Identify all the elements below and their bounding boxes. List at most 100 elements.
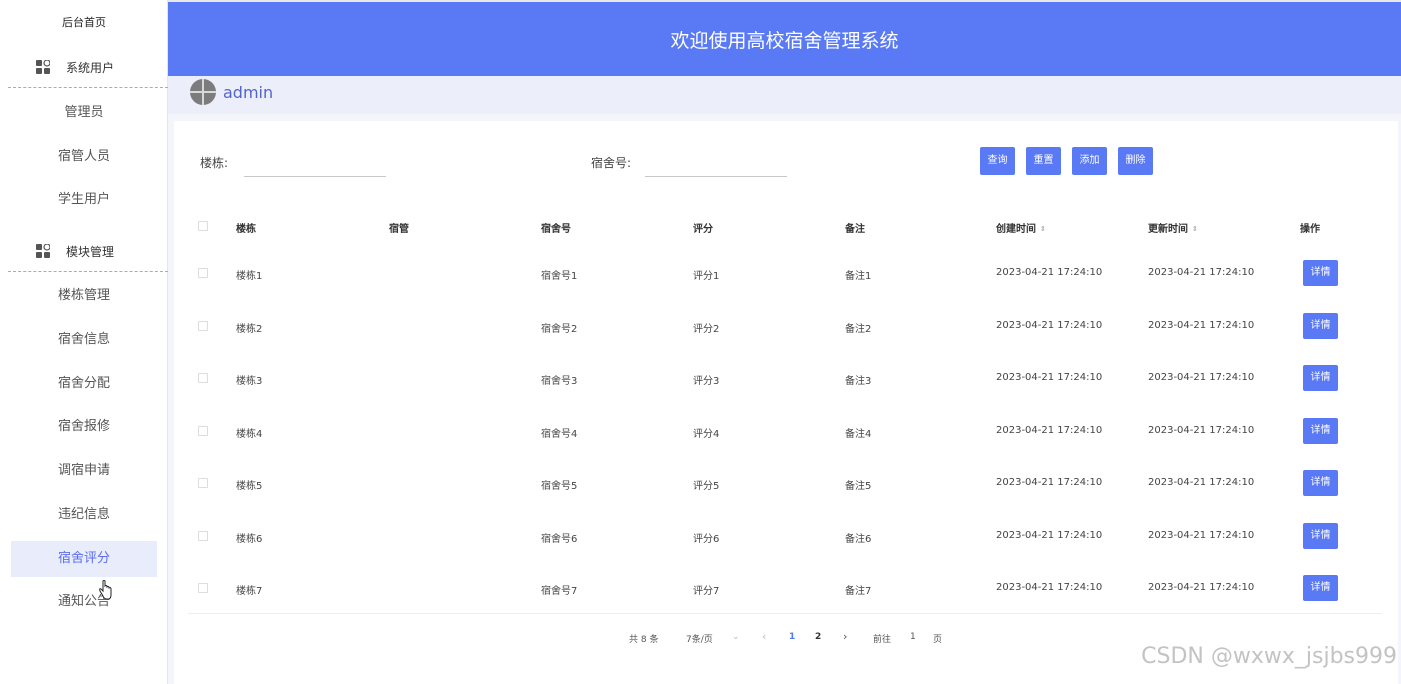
sidebar-item-dorm-assign[interactable]: 宿舍分配 [11,366,157,402]
table-cell: 评分7 [693,586,720,597]
sidebar-group-label: 系统用户 [66,61,115,75]
table-cell: 2023-04-21 17:24:10 [996,267,1103,278]
detail-button[interactable]: 详情 [1303,365,1338,391]
sidebar-group-label: 模块管理 [66,245,115,259]
sidebar-item-violations[interactable]: 违纪信息 [11,497,157,533]
table-cell: 2023-04-21 17:24:10 [996,582,1103,593]
page-size-select[interactable]: 7条/页 [686,632,713,645]
sidebar-item-admin[interactable]: 管理员 [11,95,157,131]
table-cell: 2023-04-21 17:24:10 [996,319,1103,331]
table-cell: 楼栋2 [236,323,263,335]
table-cell: 评分5 [693,481,720,492]
sidebar-item-transfer[interactable]: 调宿申请 [11,453,157,489]
detail-button[interactable]: 详情 [1303,312,1338,339]
goto-page-input[interactable]: 1 [910,632,916,642]
hand-pointer-icon [99,580,112,600]
column-header: 宿舍号 [541,224,571,235]
building-input[interactable] [244,150,386,177]
sidebar-item-buildings[interactable]: 楼栋管理 [11,278,157,314]
sidebar-home[interactable]: 后台首页 [0,0,168,46]
column-header: 评分 [693,224,713,235]
column-header-updated[interactable]: 更新时间 ⇕ [1148,220,1198,235]
table-cell: 2023-04-21 17:24:10 [1148,372,1255,383]
sidebar: 后台首页 系统用户 管理员 宿管人员 学生用户 模块管理 楼栋管理 宿舍信息 宿… [0,0,168,684]
table-cell: 2023-04-21 17:24:10 [1148,582,1255,593]
detail-button[interactable]: 详情 [1303,575,1338,601]
prev-page-button[interactable]: ‹ [762,630,766,643]
table-cell: 2023-04-21 17:24:10 [1148,477,1255,488]
table-cell: 楼栋4 [236,428,263,440]
next-page-button[interactable]: › [843,630,847,643]
table-cell: 楼栋5 [236,481,263,492]
page-number[interactable]: 2 [815,632,821,642]
table-cell: 评分3 [693,376,720,387]
table-cell: 宿舍号3 [541,376,578,387]
table-cell: 备注6 [845,533,872,545]
table-cell: 2023-04-21 17:24:10 [1148,424,1255,436]
row-checkbox[interactable] [198,478,208,488]
pagination-total: 共 8 条 [629,635,659,645]
detail-button[interactable]: 详情 [1303,417,1338,444]
search-button[interactable]: 查询 [980,147,1015,175]
table-cell: 楼栋7 [236,586,263,597]
row-checkbox[interactable] [198,268,208,278]
avatar[interactable] [190,79,216,105]
sidebar-group-system-users[interactable]: 系统用户 [8,46,168,88]
table-cell: 2023-04-21 17:24:10 [1148,267,1255,278]
table-cell: 2023-04-21 17:24:10 [996,372,1103,383]
room-label: 宿舍号: [591,156,632,170]
table-cell: 楼栋6 [236,533,263,545]
apps-icon [36,60,50,74]
column-header: 备注 [845,224,865,235]
row-checkbox[interactable] [198,583,208,593]
table-cell: 楼栋3 [236,376,263,387]
sidebar-item-dorm-score[interactable]: 宿舍评分 [11,541,157,577]
table-cell: 备注5 [845,481,872,492]
column-header-label: 更新时间 [1148,224,1188,235]
table-cell: 备注1 [845,271,872,282]
sidebar-item-dorm-staff[interactable]: 宿管人员 [11,139,157,175]
row-checkbox[interactable] [198,425,208,436]
row-checkbox[interactable] [198,530,208,541]
select-all-checkbox[interactable] [198,221,208,231]
table-cell: 2023-04-21 17:24:10 [1148,319,1255,331]
sidebar-item-notices[interactable]: 通知公告 [11,584,157,620]
table-cell: 宿舍号4 [541,428,578,440]
page-suffix: 页 [933,635,943,645]
sidebar-group-modules[interactable]: 模块管理 [8,230,168,272]
reset-button[interactable]: 重置 [1026,147,1061,175]
row-checkbox[interactable] [198,320,208,331]
sort-icon[interactable]: ⇕ [1040,226,1046,233]
column-header: 宿管 [389,224,409,235]
delete-button[interactable]: 删除 [1118,147,1153,175]
table-divider [188,613,1382,614]
row-checkbox[interactable] [198,373,208,383]
page-header: 欢迎使用高校宿舍管理系统 [168,0,1401,76]
table-cell: 2023-04-21 17:24:10 [996,529,1103,541]
sort-icon[interactable]: ⇕ [1192,226,1198,233]
room-input[interactable] [645,150,787,177]
page-number[interactable]: 1 [789,632,795,642]
detail-button[interactable]: 详情 [1303,260,1338,286]
sidebar-item-dorm-info[interactable]: 宿舍信息 [11,322,157,358]
watermark: CSDN @wxwx_jsjbs999 [1141,644,1397,669]
table-cell: 评分4 [693,428,720,440]
sidebar-item-students[interactable]: 学生用户 [11,182,157,218]
column-header: 楼栋 [236,224,256,235]
table-cell: 2023-04-21 17:24:10 [996,424,1103,436]
table-cell: 评分1 [693,271,720,282]
table-cell: 备注2 [845,323,872,335]
column-header-created[interactable]: 创建时间 ⇕ [996,220,1046,235]
detail-button[interactable]: 详情 [1303,522,1338,549]
detail-button[interactable]: 详情 [1303,470,1338,496]
table-cell: 评分2 [693,323,720,335]
table-cell: 宿舍号2 [541,323,578,335]
sidebar-item-repair[interactable]: 宿舍报修 [11,409,157,445]
add-button[interactable]: 添加 [1072,147,1107,175]
table-cell: 备注4 [845,428,872,440]
table-cell: 备注7 [845,586,872,597]
goto-label: 前往 [873,635,892,645]
username[interactable]: admin [223,83,273,102]
table-cell: 评分6 [693,533,720,545]
table-cell: 宿舍号1 [541,271,578,282]
